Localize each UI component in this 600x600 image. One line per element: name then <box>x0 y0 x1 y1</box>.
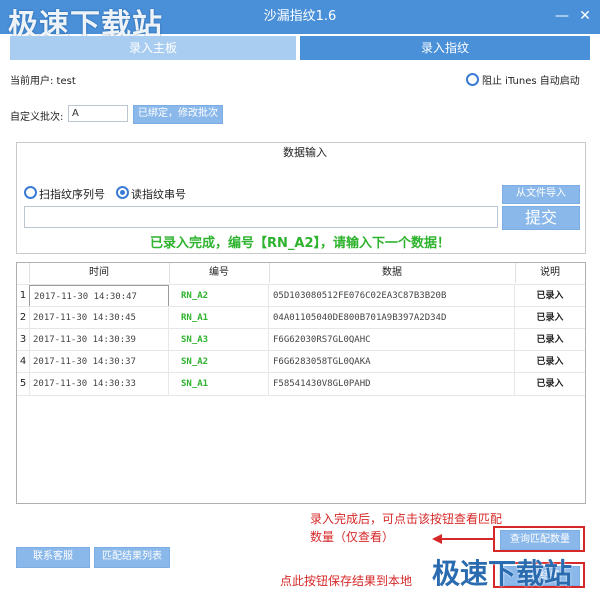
data-cell: 04A01105040DE800B701A9B397A2D34D <box>269 307 515 329</box>
col-code-header: 编号 <box>169 263 270 283</box>
minimize-button[interactable]: — <box>553 7 571 25</box>
annotation-arrow-line <box>440 538 495 540</box>
change-batch-button[interactable]: 已绑定，修改批次 <box>133 105 223 124</box>
read-fingerprint-label: 读指纹串号 <box>131 188 186 201</box>
table-row[interactable]: 5 2017-11-30 14:30:33 SN_A1 F58541430V8G… <box>17 372 585 396</box>
fingerprint-input[interactable] <box>24 206 498 228</box>
col-data-header: 数据 <box>269 263 516 283</box>
state-cell: 已录入 <box>536 379 564 389</box>
state-cell: 已录入 <box>536 335 564 345</box>
block-itunes-label: 阻止 iTunes 自动启动 <box>482 76 580 87</box>
import-from-file-button[interactable]: 从文件导入 <box>502 185 580 204</box>
state-cell: 已录入 <box>536 313 564 323</box>
data-input-title: 数据输入 <box>270 144 340 160</box>
status-message: 已录入完成，编号【RN_A2】，请输入下一个数据！ <box>150 236 450 251</box>
tab-enter-fingerprint[interactable]: 录入指纹 <box>300 36 590 60</box>
data-cell: F58541430V8GL0PAHD <box>269 373 515 395</box>
read-fingerprint-radio[interactable] <box>116 186 129 199</box>
data-cell: F6G6283058TGL0QAKA <box>269 351 515 373</box>
state-cell: 已录入 <box>536 291 564 301</box>
time-cell: 2017-11-30 14:30:45 <box>29 307 169 329</box>
current-user-label: 当前用户: test <box>10 76 76 87</box>
code-cell: SN_A2 <box>169 351 269 373</box>
table-row[interactable]: 2 2017-11-30 14:30:45 RN_A1 04A01105040D… <box>17 306 585 329</box>
block-itunes-radio[interactable] <box>466 73 479 86</box>
data-cell: F6G62030RS7GL0QAHC <box>269 329 515 351</box>
state-cell: 已录入 <box>536 357 564 367</box>
table-row[interactable]: 4 2017-11-30 14:30:37 SN_A2 F6G6283058TG… <box>17 350 585 373</box>
annotation-query-line1: 录入完成后，可点击该按钮查看匹配 <box>310 512 503 526</box>
col-state-header: 说明 <box>540 267 560 278</box>
scan-serial-radio[interactable] <box>24 186 37 199</box>
close-button[interactable]: ✕ <box>576 7 594 25</box>
annotation-query-line2: 数量（仅查看） <box>310 530 395 544</box>
code-cell: RN_A2 <box>169 285 269 307</box>
time-cell: 2017-11-30 14:30:47 <box>29 285 169 307</box>
annotation-save: 点此按钮保存结果到本地 <box>280 574 413 588</box>
col-time-header: 时间 <box>29 263 170 283</box>
time-cell: 2017-11-30 14:30:39 <box>29 329 169 351</box>
table-row[interactable]: 3 2017-11-30 14:30:39 SN_A3 F6G62030RS7G… <box>17 328 585 351</box>
arrow-left-icon <box>432 534 442 544</box>
contact-support-button[interactable]: 联系客服 <box>16 547 90 568</box>
code-cell: SN_A1 <box>169 373 269 395</box>
submit-button[interactable]: 提交 <box>502 206 580 230</box>
scan-serial-label: 扫指纹序列号 <box>39 188 105 201</box>
batch-input[interactable]: A <box>68 105 128 122</box>
batch-label: 自定义批次: <box>10 112 64 123</box>
code-cell: RN_A1 <box>169 307 269 329</box>
watermark-logo-bottom: 极速下载站 <box>432 557 573 590</box>
data-cell: 05D103080512FE076C02EA3C87B3B20B <box>269 285 515 307</box>
table-row[interactable]: 1 2017-11-30 14:30:47 RN_A2 05D103080512… <box>17 284 585 307</box>
tab-enter-motherboard[interactable]: 录入主板 <box>10 36 296 60</box>
query-match-count-button[interactable]: 查询匹配数量 <box>500 530 580 550</box>
code-cell: SN_A3 <box>169 329 269 351</box>
match-results-list-button[interactable]: 匹配结果列表 <box>94 547 170 568</box>
time-cell: 2017-11-30 14:30:37 <box>29 351 169 373</box>
records-table: 时间 编号 数据 说明 1 2017-11-30 14:30:47 RN_A2 … <box>16 262 586 504</box>
time-cell: 2017-11-30 14:30:33 <box>29 373 169 395</box>
